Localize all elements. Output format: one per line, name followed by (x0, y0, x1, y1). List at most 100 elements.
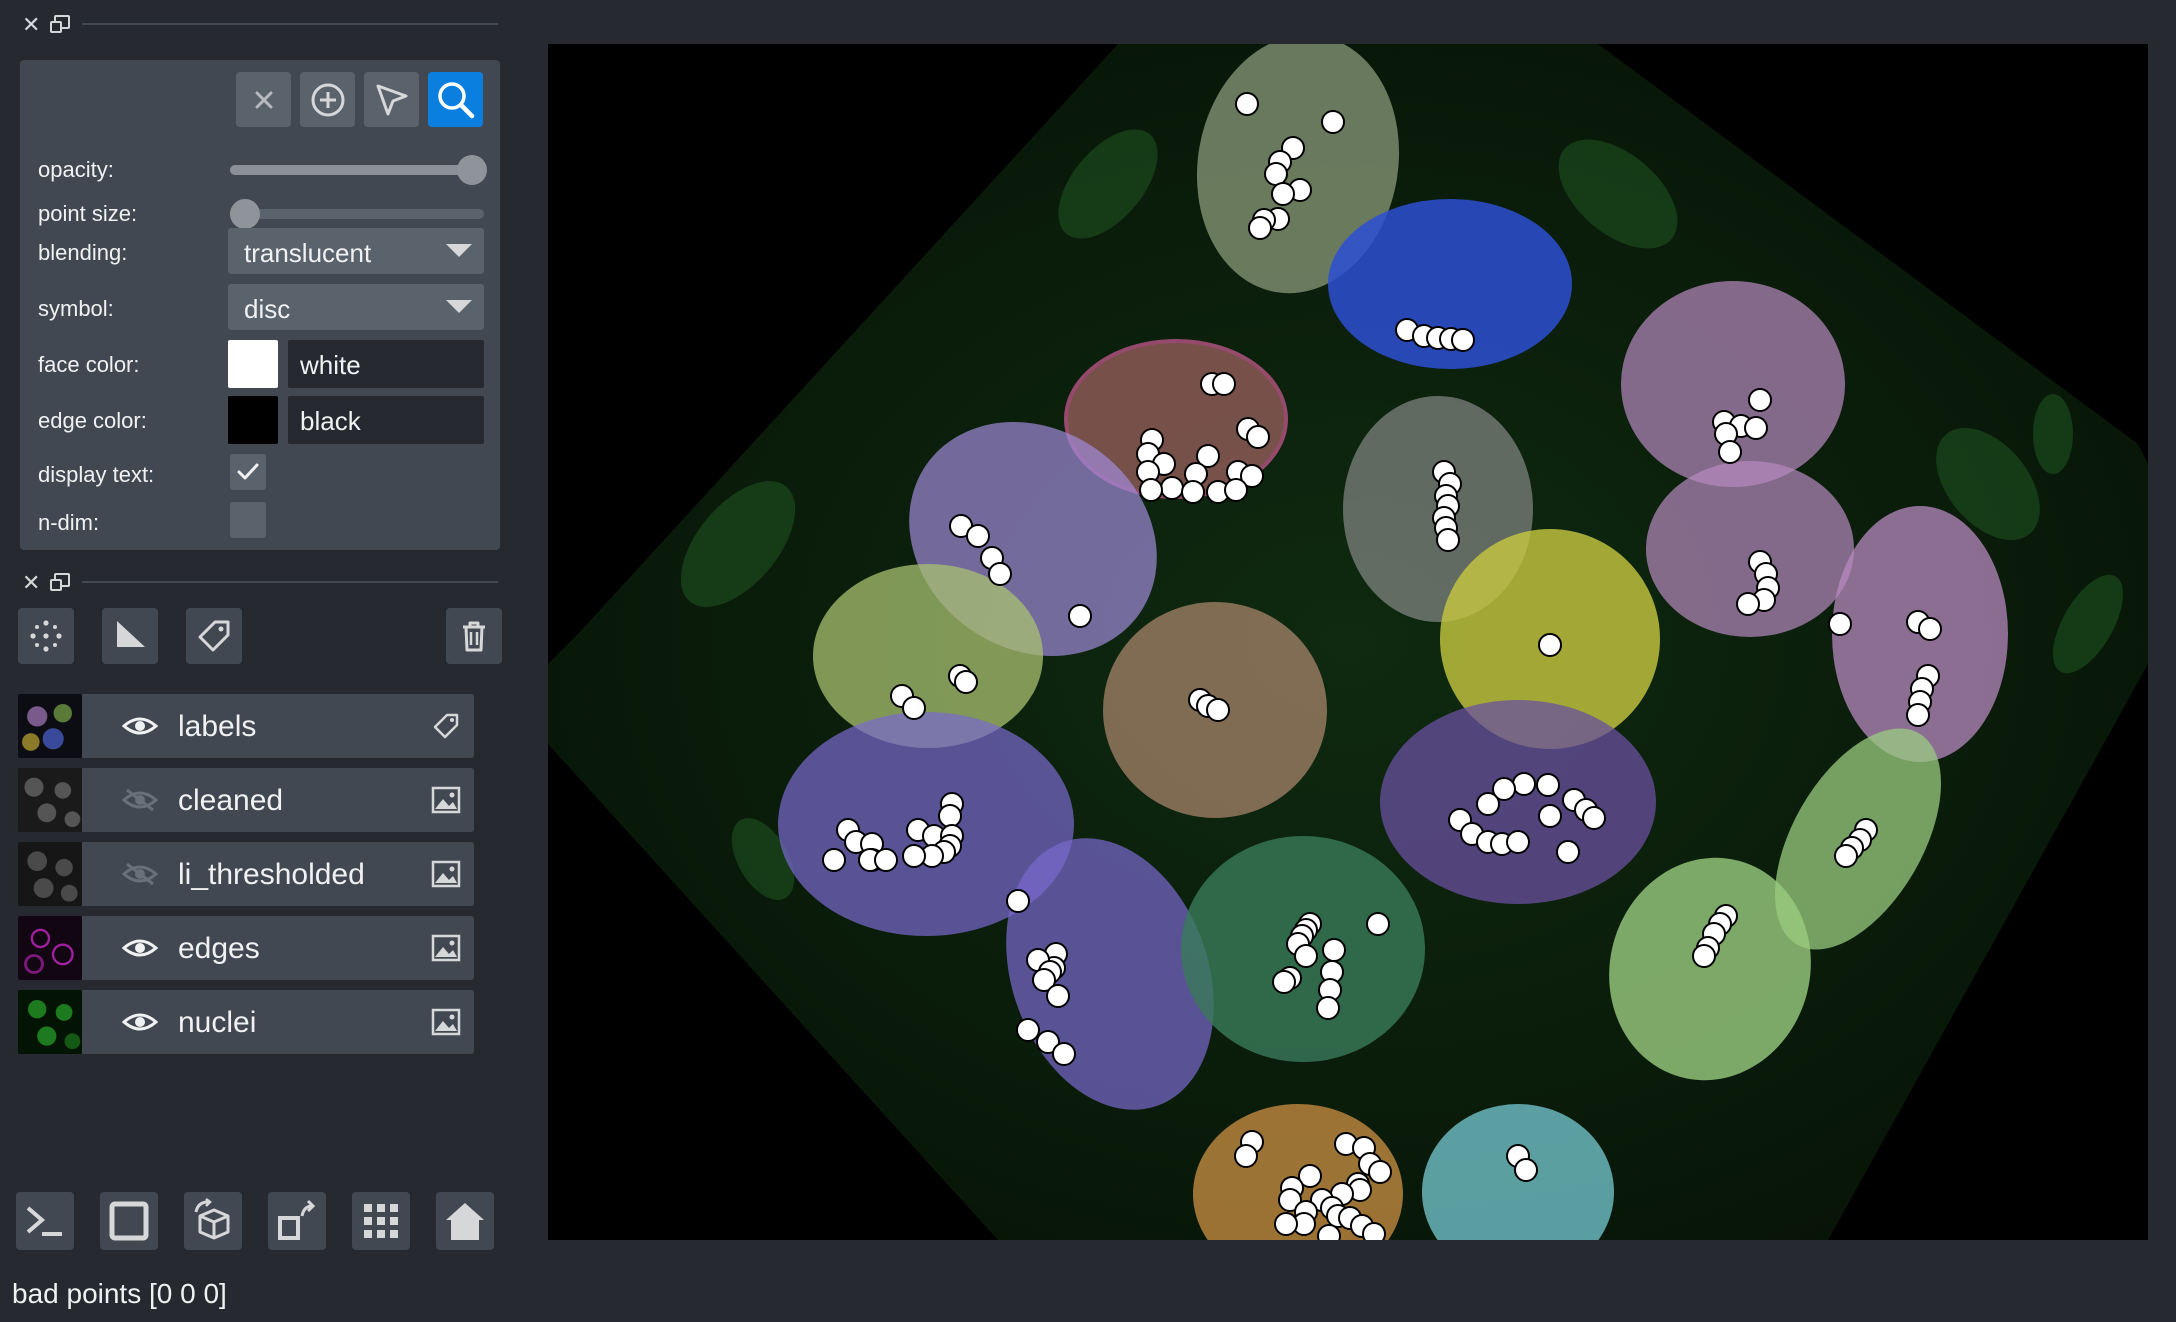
layer-item-cleaned[interactable]: cleaned (18, 768, 474, 832)
face-color-value: white (300, 350, 361, 380)
transpose-icon (278, 1199, 316, 1240)
layer-item-body: cleaned (82, 768, 474, 832)
blending-dropdown[interactable]: translucent (228, 228, 484, 274)
opacity-slider-fill (230, 165, 484, 175)
layer-name[interactable]: labels (178, 710, 256, 744)
point-size-slider-handle[interactable] (230, 199, 260, 229)
edge-color-swatch[interactable] (228, 396, 278, 444)
eye-slash-icon[interactable] (122, 860, 158, 888)
delete-points-button[interactable] (236, 72, 291, 127)
image-type-icon (431, 934, 461, 962)
display-text-label: display text: (38, 462, 155, 487)
home-button[interactable] (436, 1192, 494, 1250)
chevron-down-icon (446, 244, 472, 257)
canvas-image (548, 44, 2148, 1240)
layer-item-body: edges (82, 916, 474, 980)
float-icon[interactable] (50, 573, 70, 591)
layer-name[interactable]: li_thresholded (178, 858, 365, 892)
eye-icon[interactable] (122, 1008, 158, 1036)
eye-slash-icon[interactable] (122, 786, 158, 814)
blending-row: blending: translucent (38, 228, 484, 276)
layer-name[interactable]: cleaned (178, 784, 283, 818)
checkmark-icon (237, 463, 259, 480)
layer-item-body: nuclei (82, 990, 474, 1054)
pan-zoom-button[interactable] (428, 72, 483, 127)
layer-name[interactable]: nuclei (178, 1006, 256, 1040)
eye-icon[interactable] (122, 934, 158, 962)
edge-color-row: edge color: black (38, 396, 484, 444)
console-button[interactable] (16, 1192, 74, 1250)
close-icon[interactable]: ✕ (22, 570, 40, 596)
layer-item-nuclei[interactable]: nuclei (18, 990, 474, 1054)
symbol-dropdown[interactable]: disc (228, 284, 484, 330)
new-shapes-layer-icon (117, 621, 145, 647)
transpose-button[interactable] (268, 1192, 326, 1250)
close-icon[interactable]: ✕ (22, 12, 40, 38)
blending-value: translucent (244, 238, 372, 268)
add-points-icon (311, 83, 344, 116)
layer-controls-titlebar: ✕ (0, 2, 510, 42)
display-text-row: display text: (38, 450, 484, 498)
new-points-layer-icon (30, 620, 62, 652)
face-color-swatch[interactable] (228, 340, 278, 388)
point-size-label: point size: (38, 201, 138, 226)
layer-item-labels[interactable]: labels (18, 694, 474, 758)
new-shapes-layer-button[interactable] (102, 608, 158, 664)
delete-layer-button[interactable] (446, 608, 502, 664)
opacity-slider[interactable] (230, 155, 487, 185)
layer-name[interactable]: edges (178, 932, 260, 966)
home-icon (446, 1203, 484, 1240)
layer-thumbnail (18, 694, 82, 758)
delete-points-icon (255, 91, 272, 108)
roll-dims-icon (194, 1198, 230, 1240)
delete-layer-icon (463, 621, 485, 652)
select-points-button[interactable] (364, 72, 419, 127)
face-color-label: face color: (38, 352, 140, 377)
ndim-row: n-dim: (38, 498, 484, 546)
point-size-slider[interactable] (230, 199, 484, 229)
blending-label: blending: (38, 240, 128, 265)
layer-thumbnail (18, 916, 82, 980)
image-type-icon (431, 786, 461, 814)
select-points-icon (376, 84, 407, 115)
layer-item-edges[interactable]: edges (18, 916, 474, 980)
new-labels-layer-icon (198, 620, 230, 652)
chevron-down-icon (446, 300, 472, 313)
layer-thumbnail (18, 842, 82, 906)
edge-color-label: edge color: (38, 408, 147, 433)
symbol-label: symbol: (38, 296, 114, 321)
pan-zoom-icon (437, 81, 474, 118)
face-color-input[interactable]: white (288, 340, 484, 388)
console-icon (26, 1206, 62, 1236)
new-points-layer-button[interactable] (18, 608, 74, 664)
layer-thumbnail (18, 990, 82, 1054)
opacity-slider-handle[interactable] (457, 155, 487, 185)
new-labels-layer-button[interactable] (186, 608, 242, 664)
ndim-label: n-dim: (38, 510, 100, 535)
status-bar-text: bad points [0 0 0] (12, 1278, 227, 1309)
add-points-button[interactable] (300, 72, 355, 127)
opacity-row: opacity: (38, 145, 487, 193)
eye-icon[interactable] (122, 712, 158, 740)
ndim-checkbox[interactable] (230, 502, 266, 538)
edge-color-value: black (300, 406, 361, 436)
display-text-checkbox[interactable] (230, 454, 266, 490)
symbol-row: symbol: disc (38, 284, 484, 332)
layer-list-titlebar: ✕ (0, 560, 510, 600)
grid-icon (364, 1204, 398, 1238)
opacity-label: opacity: (38, 157, 114, 182)
viewer-canvas[interactable] (548, 44, 2148, 1240)
layer-thumbnail (18, 768, 82, 832)
layer-item-li-thresholded[interactable]: li_thresholded (18, 842, 474, 906)
image-type-icon (431, 1008, 461, 1036)
titlebar-divider (82, 581, 498, 583)
grid-view-button[interactable] (352, 1192, 410, 1250)
face-color-row: face color: white (38, 340, 484, 388)
ndisplay-icon (109, 1201, 149, 1241)
titlebar-divider (82, 23, 498, 25)
roll-dims-button[interactable] (184, 1192, 242, 1250)
float-icon[interactable] (50, 15, 70, 33)
ndisplay-button[interactable] (100, 1192, 158, 1250)
image-type-icon (431, 860, 461, 888)
edge-color-input[interactable]: black (288, 396, 484, 444)
